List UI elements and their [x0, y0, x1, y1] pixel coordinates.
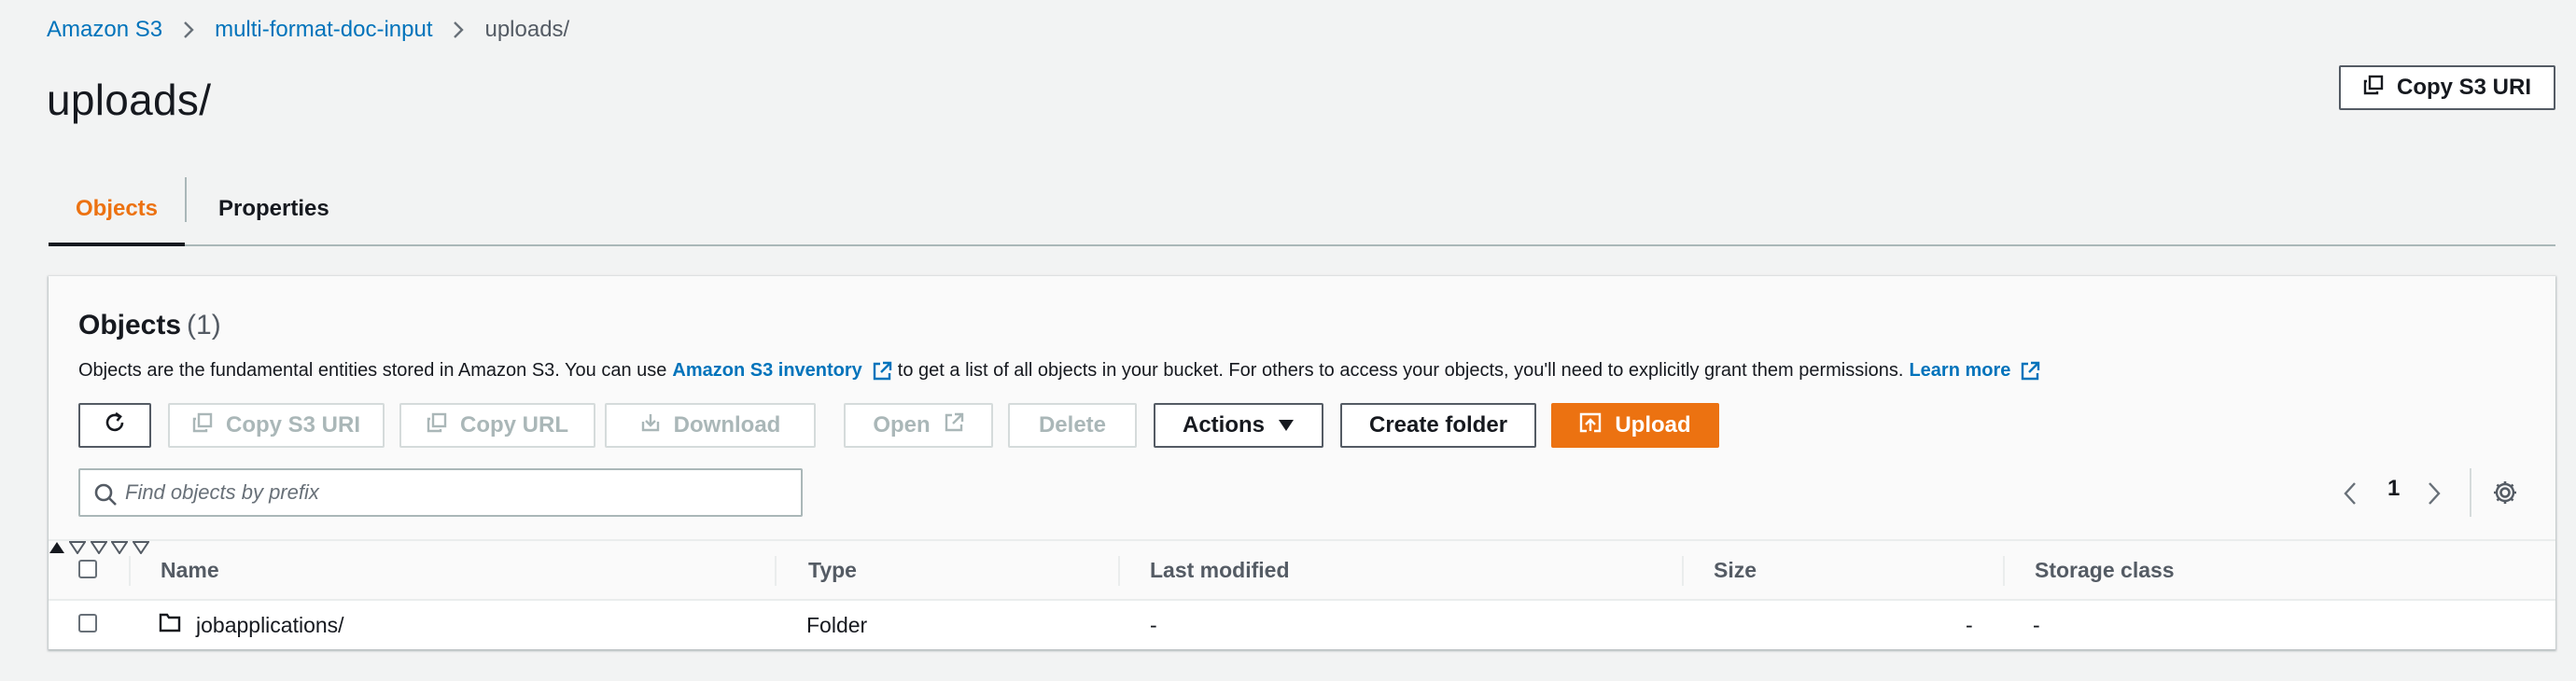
- column-header-type[interactable]: Type: [808, 541, 857, 599]
- tab-objects[interactable]: Objects: [49, 174, 185, 246]
- object-type: Folder: [806, 612, 868, 637]
- upload-button[interactable]: Upload: [1551, 403, 1719, 448]
- column-header-name[interactable]: Name: [161, 541, 219, 599]
- page-title: uploads/: [47, 76, 212, 124]
- object-name-link[interactable]: jobapplications/: [196, 601, 344, 649]
- refresh-button[interactable]: [78, 403, 151, 448]
- pagination-divider: [2470, 468, 2471, 517]
- create-folder-label: Create folder: [1368, 412, 1508, 438]
- search-box: [78, 468, 803, 517]
- copy-icon: [427, 412, 447, 439]
- copy-s3-uri-toolbar-label: Copy S3 URI: [225, 412, 361, 438]
- sort-icon[interactable]: [131, 541, 150, 558]
- objects-count: (1): [187, 310, 221, 340]
- objects-panel: Objects (1) Objects are the fundamental e…: [49, 276, 2555, 649]
- copy-url-button[interactable]: Copy URL: [399, 403, 595, 448]
- chevron-right-icon: [183, 21, 194, 39]
- column-header-size[interactable]: Size: [1714, 541, 1757, 599]
- description-text-start: Objects are the fundamental entities sto…: [78, 360, 667, 381]
- delete-label: Delete: [1038, 412, 1107, 438]
- open-label: Open: [873, 412, 931, 438]
- tab-properties[interactable]: Properties: [218, 174, 340, 244]
- refresh-icon: [103, 410, 127, 441]
- breadcrumb-bucket[interactable]: multi-format-doc-input: [215, 17, 432, 43]
- copy-s3-uri-label: Copy S3 URI: [2396, 75, 2532, 100]
- table-header: Name Type Last modified Size Storage cla…: [49, 539, 2555, 601]
- delete-button[interactable]: Delete: [1008, 403, 1137, 448]
- object-size: -: [1966, 612, 1973, 637]
- copy-icon: [192, 412, 213, 439]
- copy-s3-uri-button[interactable]: Copy S3 URI: [2339, 65, 2555, 110]
- column-separator: [775, 556, 777, 586]
- chevron-right-icon: [453, 21, 465, 39]
- column-separator: [1682, 556, 1684, 586]
- tab-list: Objects Properties: [49, 174, 2555, 246]
- upload-icon: [1579, 412, 1602, 439]
- current-page-number[interactable]: 1: [2387, 476, 2400, 502]
- search-input[interactable]: [123, 479, 801, 506]
- column-header-storage-class[interactable]: Storage class: [2035, 541, 2175, 599]
- column-separator: [1118, 556, 1120, 586]
- breadcrumb-amazon-s3[interactable]: Amazon S3: [47, 17, 162, 43]
- breadcrumb-current: uploads/: [484, 17, 570, 42]
- breadcrumb: Amazon S3 multi-format-doc-input uploads…: [47, 13, 569, 47]
- download-label: Download: [673, 412, 781, 438]
- column-separator: [2003, 556, 2005, 586]
- create-folder-button[interactable]: Create folder: [1340, 403, 1536, 448]
- select-all-checkbox[interactable]: [78, 560, 97, 578]
- download-button[interactable]: Download: [605, 403, 816, 448]
- next-page-icon[interactable]: [2427, 481, 2442, 510]
- previous-page-icon[interactable]: [2343, 481, 2358, 510]
- object-last-modified: -: [1150, 612, 1157, 637]
- object-storage-class: -: [2033, 612, 2040, 637]
- row-checkbox[interactable]: [78, 614, 97, 632]
- learn-more-link[interactable]: Learn more: [1909, 360, 2010, 382]
- sort-icon[interactable]: [90, 541, 111, 558]
- upload-label: Upload: [1615, 412, 1691, 438]
- column-separator: [129, 556, 131, 586]
- download-icon: [640, 412, 661, 439]
- objects-description: Objects are the fundamental entities sto…: [78, 360, 2046, 382]
- column-header-last-modified[interactable]: Last modified: [1150, 541, 1290, 599]
- folder-icon: [159, 612, 181, 637]
- tab-divider: [185, 177, 187, 222]
- search-icon: [94, 483, 117, 506]
- sort-icon[interactable]: [68, 541, 90, 558]
- external-link-icon: [944, 412, 964, 439]
- actions-dropdown-button[interactable]: Actions: [1154, 403, 1323, 448]
- objects-title-text: Objects: [78, 310, 182, 340]
- copy-url-label: Copy URL: [460, 412, 568, 438]
- gear-icon[interactable]: [2492, 479, 2518, 510]
- copy-icon: [2363, 75, 2384, 102]
- table-row[interactable]: jobapplications/ Folder - - -: [49, 601, 2555, 649]
- description-text-middle: to get a list of all objects in your buc…: [897, 360, 1904, 381]
- caret-down-icon: [1278, 412, 1295, 438]
- s3-inventory-link[interactable]: Amazon S3 inventory: [672, 360, 861, 382]
- open-button[interactable]: Open: [844, 403, 993, 448]
- copy-s3-uri-toolbar-button[interactable]: Copy S3 URI: [168, 403, 385, 448]
- sort-ascending-icon[interactable]: [49, 542, 69, 558]
- external-link-icon[interactable]: [2020, 361, 2040, 382]
- external-link-icon[interactable]: [872, 361, 892, 382]
- actions-label: Actions: [1183, 412, 1266, 438]
- objects-panel-title: Objects (1): [78, 310, 221, 341]
